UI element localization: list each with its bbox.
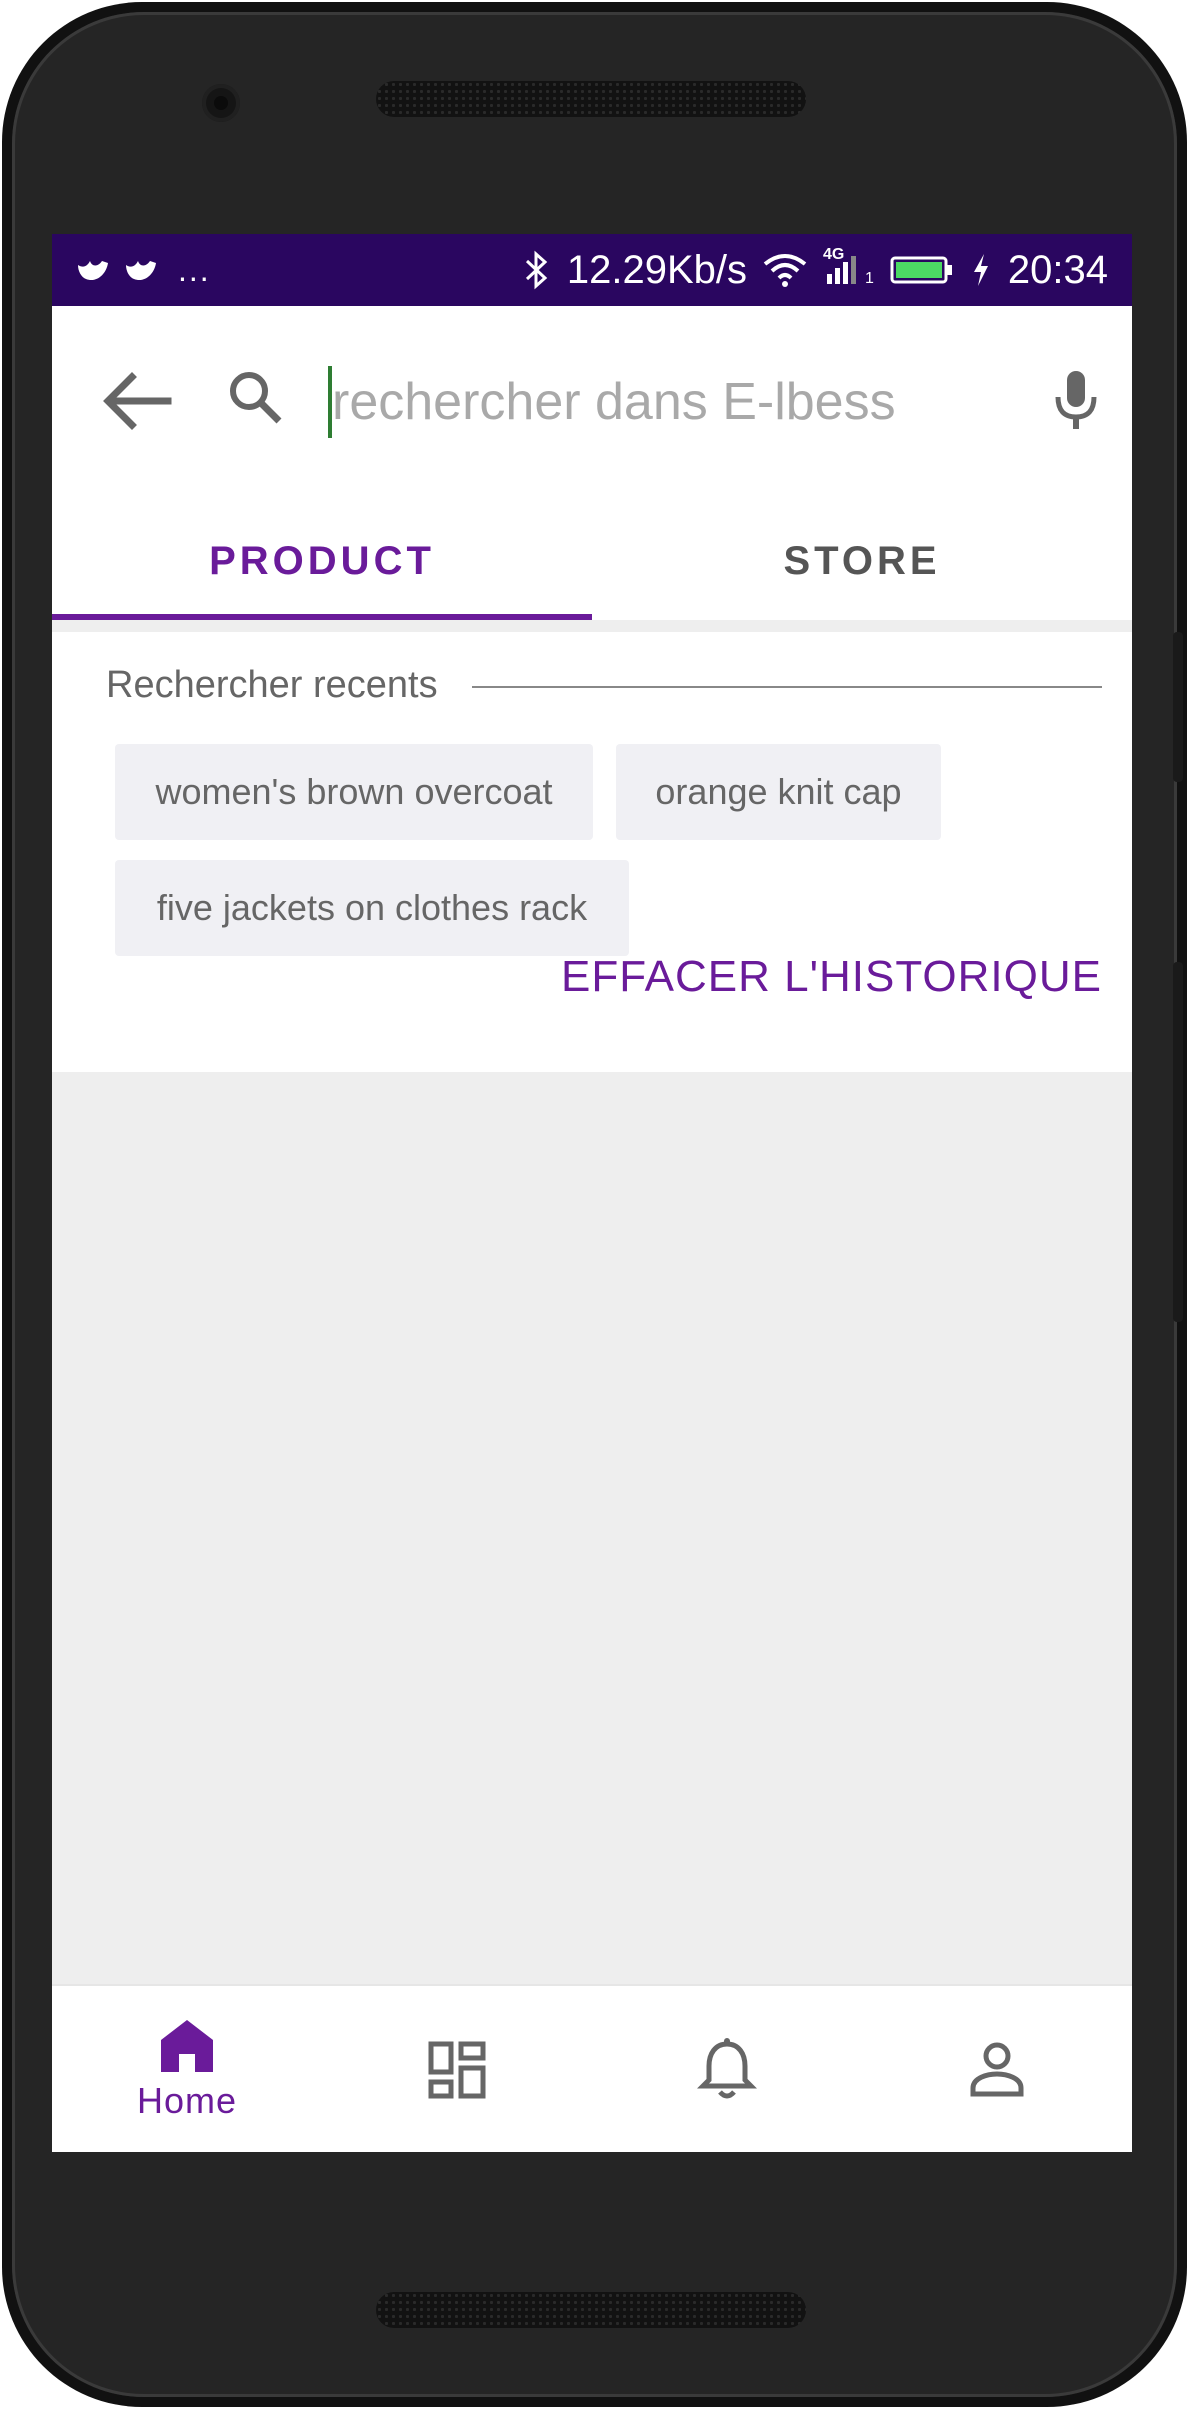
charging-icon [970, 252, 992, 288]
status-bar: ... 12.29Kb/s 4G 1 20:34 [52, 234, 1132, 306]
nav-home[interactable]: Home [52, 1986, 322, 2152]
overflow-indicator: ... [178, 251, 211, 288]
bottom-navigation: Home [52, 1984, 1132, 2152]
volume-button [1173, 962, 1183, 1322]
network-speed: 12.29Kb/s [566, 247, 747, 292]
arrow-back-icon [103, 372, 172, 430]
home-icon [161, 2020, 213, 2072]
back-button[interactable] [92, 356, 182, 446]
recent-search-chip[interactable]: women's brown overcoat [115, 744, 593, 840]
bottom-speaker [376, 2292, 806, 2328]
search-input[interactable] [328, 362, 1022, 442]
power-button [1173, 632, 1183, 782]
bird-notification-icon [124, 255, 158, 285]
bird-notification-icon [76, 255, 110, 285]
recent-search-chip[interactable]: five jackets on clothes rack [115, 860, 629, 956]
nav-dashboard[interactable] [322, 1986, 592, 2152]
search-tabs: PRODUCT STORE [52, 502, 1132, 620]
top-speaker [376, 81, 806, 117]
front-camera [202, 84, 240, 122]
sim-slot-label: 1 [864, 270, 874, 287]
search-bar [52, 306, 1132, 502]
nav-notifications[interactable] [592, 1986, 862, 2152]
clear-history-button[interactable]: EFFACER L'HISTORIQUE [561, 952, 1102, 1002]
dashboard-icon [428, 2041, 486, 2099]
network-type-badge: 4G [822, 246, 845, 263]
divider [472, 686, 1102, 688]
search-icon [220, 362, 290, 432]
bell-icon [697, 2038, 757, 2099]
recent-searches-title: Rechercher recents [106, 664, 438, 706]
mic-icon [1055, 371, 1097, 429]
person-icon [970, 2042, 1024, 2097]
app-screen: ... 12.29Kb/s 4G 1 20:34 rechercher dans… [52, 234, 1132, 2152]
tab-product[interactable]: PRODUCT [52, 502, 592, 620]
nav-profile[interactable] [862, 1986, 1132, 2152]
voice-search-button[interactable] [1036, 356, 1116, 446]
battery-icon [890, 254, 954, 286]
bluetooth-icon [521, 250, 551, 290]
search-input-container[interactable] [328, 362, 1022, 442]
recent-search-chip[interactable]: orange knit cap [616, 744, 941, 840]
signal-icon: 4G 1 [823, 246, 874, 288]
wifi-icon [763, 252, 807, 288]
clock: 20:34 [1007, 247, 1108, 292]
nav-home-label: Home [136, 2080, 238, 2121]
tab-store[interactable]: STORE [592, 502, 1132, 620]
recent-searches-panel: Rechercher recents women's brown overcoa… [52, 632, 1132, 1072]
